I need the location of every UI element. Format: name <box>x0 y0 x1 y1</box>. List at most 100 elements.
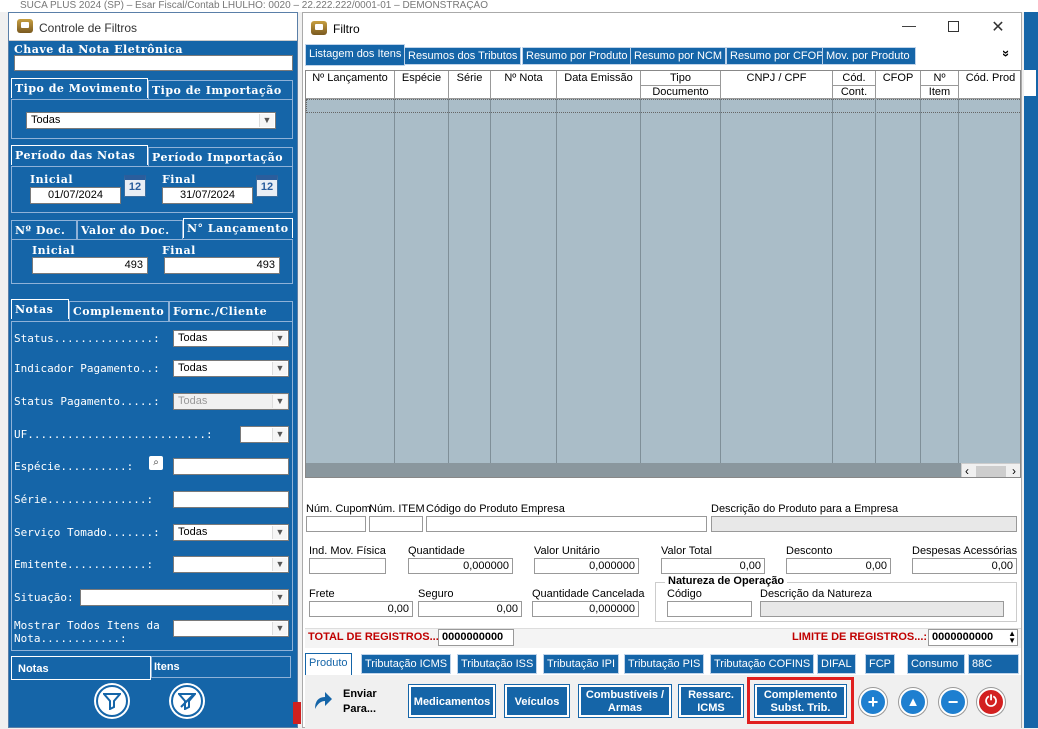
calendar-icon[interactable]: 12 <box>256 175 278 197</box>
status-value: Todas <box>178 332 208 344</box>
selected-row[interactable] <box>306 99 1020 113</box>
complemento-subst-trib-button[interactable]: Complemento Subst. Trib. <box>754 684 847 718</box>
tab-valor-doc[interactable]: Valor do Doc. <box>77 220 183 240</box>
ressarc-icms-button[interactable]: Ressarc. ICMS <box>678 684 744 718</box>
tab-periodo-importacao[interactable]: Período Importação <box>148 147 293 167</box>
col-header-especie[interactable]: Espécie <box>395 71 449 99</box>
tab-tipo-movimento[interactable]: Tipo de Movimento <box>11 78 148 98</box>
bottom-tab-notas[interactable]: Notas <box>11 656 151 680</box>
items-grid[interactable]: Nº Lançamento Espécie Série Nº Nota Data… <box>305 70 1021 478</box>
natureza-codigo-input[interactable] <box>667 601 752 617</box>
num-cupom-label: Núm. Cupom <box>306 503 371 515</box>
minimize-icon[interactable]: — <box>901 17 917 33</box>
maximize-icon[interactable] <box>948 21 959 32</box>
tab-listagem-itens[interactable]: Listagem dos Itens <box>305 44 406 66</box>
tab-periodo-notas[interactable]: Período das Notas <box>11 145 148 165</box>
tab-tributacao-icms[interactable]: Tributação ICMS <box>361 654 452 674</box>
tab-produto[interactable]: Produto <box>305 653 352 675</box>
col-header-num-item[interactable]: Nº Item <box>921 71 959 99</box>
uf-label: UF...........................: <box>14 428 213 441</box>
limite-value[interactable]: 0000000000 ▲ ▼ <box>928 629 1018 646</box>
serie-input[interactable] <box>173 491 289 508</box>
tab-consumo[interactable]: Consumo <box>907 654 965 674</box>
valor-total-input[interactable]: 0,00 <box>661 558 765 574</box>
more-tabs-icon[interactable]: » <box>999 50 1014 57</box>
num-cupom-input[interactable] <box>306 516 366 532</box>
tab-tributacao-pis[interactable]: Tributação PIS <box>624 654 705 674</box>
clear-filter-button[interactable] <box>171 685 203 717</box>
lanc-inicial-input[interactable]: 493 <box>32 257 148 274</box>
tab-resumos-tributos[interactable]: Resumos dos Tributos <box>404 47 522 65</box>
tab-tipo-importacao[interactable]: Tipo de Importação <box>148 80 293 100</box>
tab-tributacao-iss[interactable]: Tributação ISS <box>457 654 538 674</box>
servico-select[interactable]: Todas ▼ <box>173 524 289 541</box>
status-select[interactable]: Todas ▼ <box>173 330 289 347</box>
num-item-label: Núm. ITEM <box>369 503 425 515</box>
especie-input[interactable] <box>173 458 289 475</box>
horizontal-scrollbar[interactable]: ‹ › <box>961 463 1020 477</box>
scroll-right-icon[interactable]: › <box>1012 464 1016 477</box>
status-pag-select[interactable]: Todas ▼ <box>173 393 289 410</box>
indicador-select[interactable]: Todas ▼ <box>173 360 289 377</box>
cod-produto-input[interactable] <box>426 516 707 532</box>
tab-num-doc[interactable]: Nº Doc. <box>11 220 77 240</box>
uf-select[interactable]: ▼ <box>240 426 289 443</box>
cod-produto-label: Código do Produto Empresa <box>426 503 565 515</box>
valor-unit-input[interactable]: 0,000000 <box>534 558 639 574</box>
col-header-cod-prod[interactable]: Cód. Prod <box>959 71 1020 99</box>
up-button[interactable]: ▲ <box>899 688 927 716</box>
bottom-tab-itens[interactable]: Itens <box>151 656 291 678</box>
medicamentos-button[interactable]: Medicamentos <box>408 684 496 718</box>
tab-resumo-ncm[interactable]: Resumo por NCM <box>630 47 727 65</box>
tab-mov-produto[interactable]: Mov. por Produto <box>822 47 916 65</box>
remove-button[interactable]: − <box>939 688 967 716</box>
scroll-left-icon[interactable]: ‹ <box>965 464 969 477</box>
situacao-select[interactable]: ▼ <box>80 589 289 606</box>
add-button[interactable]: + <box>859 688 887 716</box>
chave-input[interactable] <box>14 55 293 71</box>
col-header-cfop[interactable]: CFOP <box>876 71 921 99</box>
frete-input[interactable]: 0,00 <box>309 601 413 617</box>
tab-fcp[interactable]: FCP <box>865 654 895 674</box>
qtd-cancelada-input[interactable]: 0,000000 <box>532 601 639 617</box>
scroll-thumb[interactable] <box>976 466 1006 477</box>
tab-88c[interactable]: 88C <box>968 654 1019 674</box>
desconto-input[interactable]: 0,00 <box>786 558 891 574</box>
periodo-inicial-input[interactable]: 01/07/2024 <box>30 187 121 204</box>
col-header-lancamento[interactable]: Nº Lançamento <box>306 71 395 99</box>
col-label: Série <box>456 72 483 84</box>
num-item-input[interactable] <box>369 516 423 532</box>
tab-resumo-produto[interactable]: Resumo por Produto <box>522 47 632 65</box>
spinner-icon[interactable]: ▲ ▼ <box>1008 630 1016 645</box>
emitente-select[interactable]: ▼ <box>173 556 289 573</box>
tab-tributacao-cofins[interactable]: Tributação COFINS <box>710 654 815 674</box>
combustiveis-button[interactable]: Combustíveis / Armas <box>578 684 672 718</box>
tab-resumo-cfop[interactable]: Resumo por CFOP <box>726 47 828 65</box>
tab-tributacao-ipi[interactable]: Tributação IPI <box>543 654 620 674</box>
col-header-num-nota[interactable]: Nº Nota <box>491 71 557 99</box>
periodo-final-input[interactable]: 31/07/2024 <box>162 187 253 204</box>
apply-filter-button[interactable] <box>96 685 128 717</box>
tab-difal[interactable]: DIFAL <box>817 654 856 674</box>
calendar-icon[interactable]: 12 <box>124 175 146 197</box>
tab-complemento[interactable]: Complemento <box>69 301 169 321</box>
col-header-data-emissao[interactable]: Data Emissão <box>557 71 641 99</box>
tab-fornc-cliente[interactable]: Fornc./Cliente <box>169 301 293 321</box>
despesas-input[interactable]: 0,00 <box>912 558 1017 574</box>
col-header-tipo-documento[interactable]: Tipo Documento <box>641 71 721 99</box>
quantidade-input[interactable]: 0,000000 <box>408 558 513 574</box>
power-button[interactable]: ⏻ <box>977 688 1005 716</box>
mostrar-select[interactable]: ▼ <box>173 620 289 637</box>
lookup-icon[interactable]: ⌕ <box>149 456 163 470</box>
seguro-input[interactable]: 0,00 <box>418 601 522 617</box>
col-header-cod-cont[interactable]: Cód. Cont. <box>833 71 876 99</box>
lanc-final-input[interactable]: 493 <box>164 257 280 274</box>
ind-mov-input[interactable] <box>309 558 386 574</box>
tipo-movimento-select[interactable]: Todas ▼ <box>26 112 276 129</box>
tab-num-lancamento[interactable]: N° Lançamento <box>183 218 293 238</box>
col-header-cnpj[interactable]: CNPJ / CPF <box>721 71 833 99</box>
veiculos-button[interactable]: Veículos <box>504 684 570 718</box>
close-icon[interactable]: ✕ <box>990 17 1006 37</box>
tab-notas[interactable]: Notas <box>11 299 69 319</box>
col-header-serie[interactable]: Série <box>449 71 491 99</box>
